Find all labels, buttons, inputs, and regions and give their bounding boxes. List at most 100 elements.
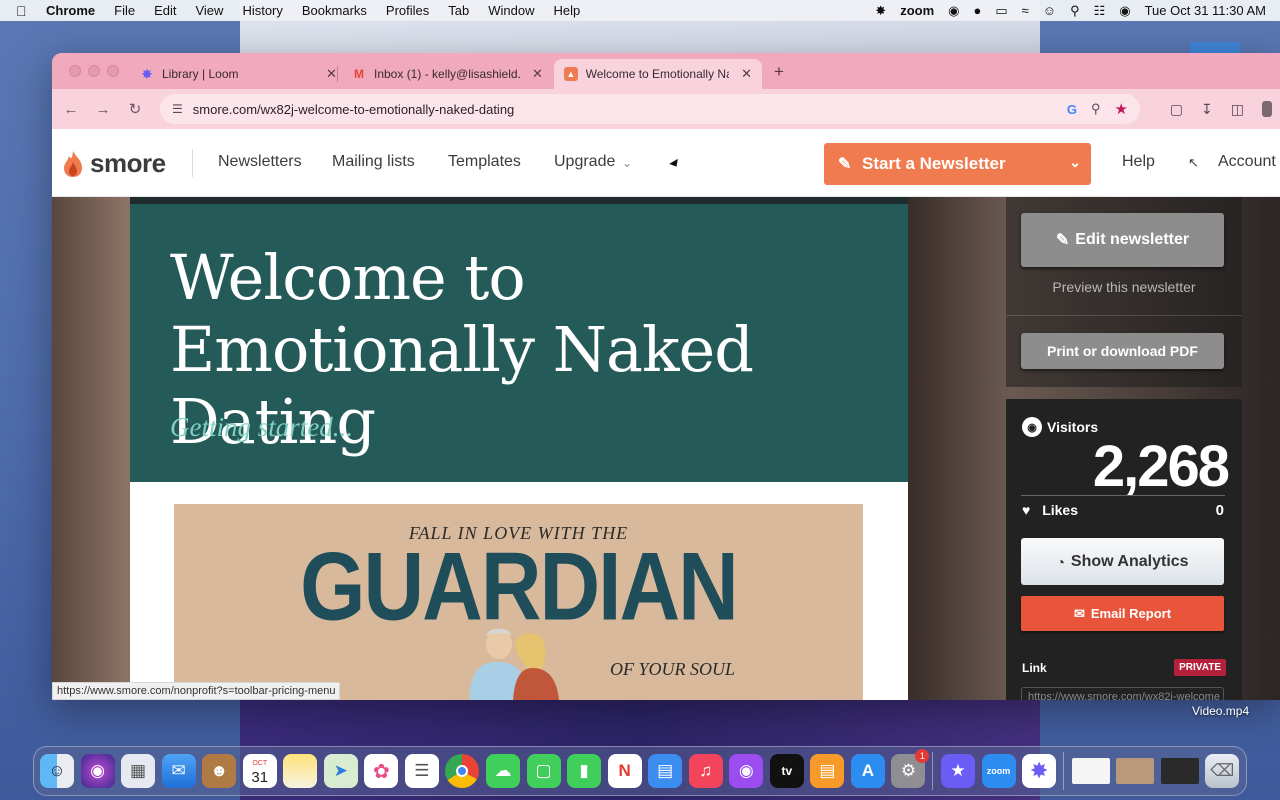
bookmark-star-icon[interactable]: ★ <box>1115 100 1128 118</box>
profile-avatar[interactable] <box>1262 101 1272 117</box>
music-icon[interactable]: ♫ <box>688 754 723 788</box>
maps-icon[interactable]: ➤ <box>323 754 358 788</box>
side-panel-icon[interactable]: ◫ <box>1231 101 1244 118</box>
messages-icon[interactable]: ☁ <box>486 754 520 788</box>
zoom-magnifier-icon[interactable]: ⚲ <box>1091 101 1101 117</box>
recent-window-thumbnail[interactable] <box>1160 758 1199 784</box>
forward-icon[interactable]: → <box>87 101 119 118</box>
apple-icon[interactable]:  <box>16 3 32 19</box>
facetime-icon[interactable]: ▢ <box>526 754 561 788</box>
email-report-button[interactable]: ✉ Email Report <box>1021 596 1224 631</box>
page-content: Welcome to Emotionally Naked Dating Gett… <box>52 197 1280 700</box>
chevron-down-icon[interactable]: ⌄ <box>622 156 632 170</box>
battery-icon[interactable]: ▭ <box>995 3 1007 19</box>
loom-icon[interactable]: ✸ <box>1022 754 1057 788</box>
control-center-icon[interactable]: ☷ <box>1094 3 1106 19</box>
contacts-icon[interactable]: ☻ <box>202 754 237 788</box>
recording-status-icon[interactable]: ◉ <box>948 3 959 19</box>
trash-icon[interactable]: ⌫ <box>1205 754 1240 788</box>
menu-file[interactable]: File <box>114 3 135 18</box>
menu-help[interactable]: Help <box>554 3 581 18</box>
photos-icon[interactable]: ✿ <box>364 754 399 788</box>
wifi-icon[interactable]: ≈ <box>1022 3 1029 18</box>
start-newsletter-button[interactable]: ✎ Start a Newsletter ⌄ <box>824 143 1091 185</box>
envelope-icon: ✉ <box>1073 605 1085 621</box>
print-pdf-button[interactable]: Print or download PDF <box>1021 333 1224 369</box>
close-tab-icon[interactable]: ✕ <box>532 66 543 82</box>
spotlight-search-icon[interactable]: ⚲ <box>1070 3 1080 19</box>
nav-upgrade[interactable]: Upgrade <box>554 153 615 171</box>
news-icon[interactable]: N <box>607 754 642 788</box>
google-icon[interactable]: G <box>1067 102 1077 117</box>
reminders-icon[interactable]: ☰ <box>404 754 439 788</box>
app-store-icon[interactable]: A <box>850 754 885 788</box>
poster-line-3: OF YOUR SOUL <box>610 659 736 679</box>
site-settings-icon[interactable]: ☰ <box>172 102 183 116</box>
account-link[interactable]: Account <box>1218 153 1276 171</box>
siri-icon[interactable]: ◉ <box>1119 3 1130 19</box>
chrome-icon[interactable] <box>445 754 480 788</box>
show-analytics-button[interactable]: ◔ Show Analytics <box>1021 538 1224 585</box>
numbers-icon[interactable]: ▮ <box>567 754 602 788</box>
close-window-button[interactable] <box>69 65 81 77</box>
apple-tv-icon[interactable]: tv <box>769 754 804 788</box>
flame-logo-icon <box>64 150 82 177</box>
reload-icon[interactable]: ↻ <box>119 100 151 118</box>
podcasts-icon[interactable]: ◉ <box>729 754 764 788</box>
menu-app-name[interactable]: Chrome <box>46 3 95 18</box>
likes-row: ♥ Likes <box>1022 502 1078 518</box>
help-link[interactable]: Help <box>1122 153 1155 171</box>
menu-bookmarks[interactable]: Bookmarks <box>302 3 367 18</box>
email-report-label: Email Report <box>1090 606 1172 621</box>
download-icon[interactable]: ↧ <box>1201 101 1213 118</box>
tab-smore[interactable]: ▲ Welcome to Emotionally Nake ✕ <box>554 59 762 89</box>
nav-templates[interactable]: Templates <box>448 153 521 171</box>
newsletter-hero: Welcome to Emotionally Naked Dating Gett… <box>130 204 908 482</box>
menu-tab[interactable]: Tab <box>448 3 469 18</box>
imovie-icon[interactable]: ★ <box>941 754 975 788</box>
account-icon[interactable]: ↖ <box>1188 155 1199 171</box>
keynote-icon[interactable]: ▤ <box>648 754 683 788</box>
smore-logo[interactable]: smore <box>62 148 166 179</box>
chevron-down-icon[interactable]: ⌄ <box>1069 154 1081 171</box>
mail-icon[interactable]: ✉ <box>161 754 196 788</box>
back-icon[interactable]: ← <box>55 101 87 118</box>
recent-window-thumbnail[interactable] <box>1071 758 1110 784</box>
extensions-icon[interactable]: ▢ <box>1170 101 1183 118</box>
user-icon[interactable]: ☺ <box>1043 3 1056 18</box>
zoom-status-label[interactable]: zoom <box>900 3 934 18</box>
address-bar[interactable]: ☰ smore.com/wx82j-welcome-to-emotionally… <box>160 94 1140 124</box>
nav-newsletters[interactable]: Newsletters <box>218 153 302 171</box>
recent-window-thumbnail[interactable] <box>1116 758 1155 784</box>
menu-view[interactable]: View <box>195 3 223 18</box>
menu-profiles[interactable]: Profiles <box>386 3 429 18</box>
launchpad-icon[interactable]: ▦ <box>121 754 156 788</box>
nav-mailing-lists[interactable]: Mailing lists <box>332 153 415 171</box>
guardian-poster-image: FALL IN LOVE WITH THE GUARDIAN OF YOUR S… <box>174 504 863 700</box>
address-url[interactable]: smore.com/wx82j-welcome-to-emotionally-n… <box>193 102 515 117</box>
siri-icon[interactable]: ◉ <box>80 754 115 788</box>
menu-edit[interactable]: Edit <box>154 3 176 18</box>
calendar-icon[interactable]: OCT 31 <box>242 754 277 788</box>
preview-newsletter-link[interactable]: Preview this newsletter <box>1006 279 1242 295</box>
close-tab-icon[interactable]: ✕ <box>741 66 752 82</box>
tab-loom[interactable]: ✸ Library | Loom ✕ <box>130 59 347 89</box>
grammarly-status-icon[interactable]: ● <box>973 3 981 18</box>
books-icon[interactable]: ▤ <box>810 754 845 788</box>
zoom-app-label: zoom <box>986 766 1011 776</box>
close-tab-icon[interactable]: ✕ <box>326 66 337 82</box>
edit-newsletter-button[interactable]: ✎ Edit newsletter <box>1021 213 1224 267</box>
zoom-icon[interactable]: zoom <box>981 754 1016 788</box>
system-settings-icon[interactable]: ⚙ 1 <box>891 749 930 788</box>
new-tab-button[interactable]: + <box>774 62 784 82</box>
menu-history[interactable]: History <box>242 3 282 18</box>
tab-gmail[interactable]: M Inbox (1) - kelly@lisashield.c ✕ <box>342 59 553 89</box>
zoom-window-button[interactable] <box>107 65 119 77</box>
finder-icon[interactable]: ☺ <box>40 754 74 788</box>
menu-window[interactable]: Window <box>488 3 534 18</box>
loom-status-icon[interactable]: ✸ <box>875 3 886 19</box>
menu-clock[interactable]: Tue Oct 31 11:30 AM <box>1145 3 1266 18</box>
newsletter-link-field[interactable]: https://www.smore.com/wx82j-welcome <box>1021 687 1224 700</box>
minimize-window-button[interactable] <box>88 65 100 77</box>
notes-icon[interactable] <box>283 754 318 788</box>
